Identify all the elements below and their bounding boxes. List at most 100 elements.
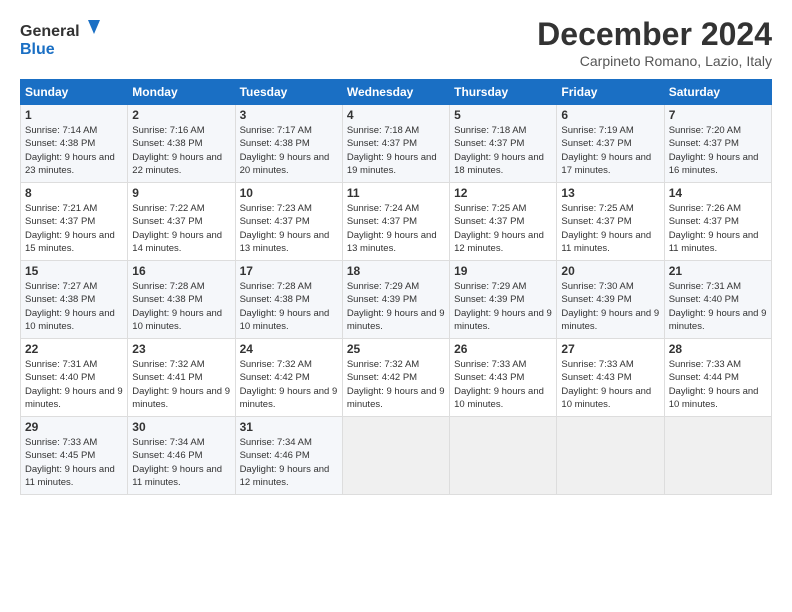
calendar-week-row: 15 Sunrise: 7:27 AMSunset: 4:38 PMDaylig… [21, 261, 772, 339]
day-number: 19 [454, 264, 552, 278]
day-number: 3 [240, 108, 338, 122]
calendar-day-cell: 29 Sunrise: 7:33 AMSunset: 4:45 PMDaylig… [21, 417, 128, 495]
day-number: 23 [132, 342, 230, 356]
calendar-day-cell: 2 Sunrise: 7:16 AMSunset: 4:38 PMDayligh… [128, 105, 235, 183]
calendar-day-cell: 25 Sunrise: 7:32 AMSunset: 4:42 PMDaylig… [342, 339, 449, 417]
calendar-day-cell: 20 Sunrise: 7:30 AMSunset: 4:39 PMDaylig… [557, 261, 664, 339]
day-number: 9 [132, 186, 230, 200]
day-info: Sunrise: 7:28 AMSunset: 4:38 PMDaylight:… [132, 280, 230, 333]
calendar-day-cell: 30 Sunrise: 7:34 AMSunset: 4:46 PMDaylig… [128, 417, 235, 495]
calendar-day-cell: 5 Sunrise: 7:18 AMSunset: 4:37 PMDayligh… [450, 105, 557, 183]
calendar-week-row: 29 Sunrise: 7:33 AMSunset: 4:45 PMDaylig… [21, 417, 772, 495]
calendar-day-cell: 10 Sunrise: 7:23 AMSunset: 4:37 PMDaylig… [235, 183, 342, 261]
calendar-day-cell: 26 Sunrise: 7:33 AMSunset: 4:43 PMDaylig… [450, 339, 557, 417]
day-info: Sunrise: 7:33 AMSunset: 4:44 PMDaylight:… [669, 358, 767, 411]
day-number: 22 [25, 342, 123, 356]
day-header-friday: Friday [557, 80, 664, 105]
calendar-day-cell: 16 Sunrise: 7:28 AMSunset: 4:38 PMDaylig… [128, 261, 235, 339]
day-number: 5 [454, 108, 552, 122]
day-info: Sunrise: 7:33 AMSunset: 4:43 PMDaylight:… [454, 358, 552, 411]
day-info: Sunrise: 7:18 AMSunset: 4:37 PMDaylight:… [454, 124, 552, 177]
calendar-day-cell: 24 Sunrise: 7:32 AMSunset: 4:42 PMDaylig… [235, 339, 342, 417]
day-info: Sunrise: 7:27 AMSunset: 4:38 PMDaylight:… [25, 280, 123, 333]
day-info: Sunrise: 7:32 AMSunset: 4:42 PMDaylight:… [347, 358, 445, 411]
day-header-saturday: Saturday [664, 80, 771, 105]
calendar-week-row: 8 Sunrise: 7:21 AMSunset: 4:37 PMDayligh… [21, 183, 772, 261]
day-number: 20 [561, 264, 659, 278]
calendar-day-cell: 12 Sunrise: 7:25 AMSunset: 4:37 PMDaylig… [450, 183, 557, 261]
day-number: 14 [669, 186, 767, 200]
calendar-day-cell: 22 Sunrise: 7:31 AMSunset: 4:40 PMDaylig… [21, 339, 128, 417]
day-info: Sunrise: 7:26 AMSunset: 4:37 PMDaylight:… [669, 202, 767, 255]
day-number: 8 [25, 186, 123, 200]
logo: General Blue [20, 16, 100, 61]
day-header-monday: Monday [128, 80, 235, 105]
day-header-tuesday: Tuesday [235, 80, 342, 105]
day-info: Sunrise: 7:17 AMSunset: 4:38 PMDaylight:… [240, 124, 338, 177]
day-info: Sunrise: 7:28 AMSunset: 4:38 PMDaylight:… [240, 280, 338, 333]
calendar-day-cell: 27 Sunrise: 7:33 AMSunset: 4:43 PMDaylig… [557, 339, 664, 417]
calendar-day-cell: 7 Sunrise: 7:20 AMSunset: 4:37 PMDayligh… [664, 105, 771, 183]
calendar-day-cell: 1 Sunrise: 7:14 AMSunset: 4:38 PMDayligh… [21, 105, 128, 183]
day-number: 1 [25, 108, 123, 122]
calendar-day-cell: 8 Sunrise: 7:21 AMSunset: 4:37 PMDayligh… [21, 183, 128, 261]
calendar-day-cell: 14 Sunrise: 7:26 AMSunset: 4:37 PMDaylig… [664, 183, 771, 261]
day-info: Sunrise: 7:22 AMSunset: 4:37 PMDaylight:… [132, 202, 230, 255]
day-info: Sunrise: 7:19 AMSunset: 4:37 PMDaylight:… [561, 124, 659, 177]
svg-text:General: General [20, 23, 80, 40]
day-header-thursday: Thursday [450, 80, 557, 105]
day-number: 21 [669, 264, 767, 278]
day-number: 4 [347, 108, 445, 122]
day-number: 10 [240, 186, 338, 200]
calendar-day-cell: 23 Sunrise: 7:32 AMSunset: 4:41 PMDaylig… [128, 339, 235, 417]
day-number: 15 [25, 264, 123, 278]
day-info: Sunrise: 7:21 AMSunset: 4:37 PMDaylight:… [25, 202, 123, 255]
day-info: Sunrise: 7:34 AMSunset: 4:46 PMDaylight:… [240, 436, 338, 489]
day-number: 27 [561, 342, 659, 356]
calendar-day-cell: 18 Sunrise: 7:29 AMSunset: 4:39 PMDaylig… [342, 261, 449, 339]
calendar-day-cell: 15 Sunrise: 7:27 AMSunset: 4:38 PMDaylig… [21, 261, 128, 339]
calendar-day-cell: 13 Sunrise: 7:25 AMSunset: 4:37 PMDaylig… [557, 183, 664, 261]
day-number: 13 [561, 186, 659, 200]
calendar-day-cell: 6 Sunrise: 7:19 AMSunset: 4:37 PMDayligh… [557, 105, 664, 183]
day-number: 2 [132, 108, 230, 122]
day-info: Sunrise: 7:24 AMSunset: 4:37 PMDaylight:… [347, 202, 445, 255]
calendar-day-cell [557, 417, 664, 495]
day-number: 12 [454, 186, 552, 200]
calendar-day-cell: 11 Sunrise: 7:24 AMSunset: 4:37 PMDaylig… [342, 183, 449, 261]
day-info: Sunrise: 7:31 AMSunset: 4:40 PMDaylight:… [669, 280, 767, 333]
day-number: 6 [561, 108, 659, 122]
day-number: 18 [347, 264, 445, 278]
day-info: Sunrise: 7:20 AMSunset: 4:37 PMDaylight:… [669, 124, 767, 177]
month-title: December 2024 [537, 16, 772, 53]
day-header-wednesday: Wednesday [342, 80, 449, 105]
svg-text:Blue: Blue [20, 41, 55, 58]
calendar-week-row: 1 Sunrise: 7:14 AMSunset: 4:38 PMDayligh… [21, 105, 772, 183]
day-info: Sunrise: 7:32 AMSunset: 4:41 PMDaylight:… [132, 358, 230, 411]
day-info: Sunrise: 7:25 AMSunset: 4:37 PMDaylight:… [561, 202, 659, 255]
day-info: Sunrise: 7:25 AMSunset: 4:37 PMDaylight:… [454, 202, 552, 255]
day-info: Sunrise: 7:18 AMSunset: 4:37 PMDaylight:… [347, 124, 445, 177]
calendar-day-cell [664, 417, 771, 495]
calendar-day-cell: 17 Sunrise: 7:28 AMSunset: 4:38 PMDaylig… [235, 261, 342, 339]
calendar-day-cell: 28 Sunrise: 7:33 AMSunset: 4:44 PMDaylig… [664, 339, 771, 417]
day-number: 26 [454, 342, 552, 356]
calendar-week-row: 22 Sunrise: 7:31 AMSunset: 4:40 PMDaylig… [21, 339, 772, 417]
calendar-day-cell: 19 Sunrise: 7:29 AMSunset: 4:39 PMDaylig… [450, 261, 557, 339]
day-number: 30 [132, 420, 230, 434]
day-info: Sunrise: 7:16 AMSunset: 4:38 PMDaylight:… [132, 124, 230, 177]
day-number: 17 [240, 264, 338, 278]
day-info: Sunrise: 7:29 AMSunset: 4:39 PMDaylight:… [454, 280, 552, 333]
calendar-day-cell: 3 Sunrise: 7:17 AMSunset: 4:38 PMDayligh… [235, 105, 342, 183]
day-info: Sunrise: 7:30 AMSunset: 4:39 PMDaylight:… [561, 280, 659, 333]
calendar-header: SundayMondayTuesdayWednesdayThursdayFrid… [21, 80, 772, 105]
day-number: 29 [25, 420, 123, 434]
day-number: 25 [347, 342, 445, 356]
day-info: Sunrise: 7:34 AMSunset: 4:46 PMDaylight:… [132, 436, 230, 489]
day-number: 31 [240, 420, 338, 434]
calendar-day-cell: 21 Sunrise: 7:31 AMSunset: 4:40 PMDaylig… [664, 261, 771, 339]
day-info: Sunrise: 7:14 AMSunset: 4:38 PMDaylight:… [25, 124, 123, 177]
calendar-day-cell: 9 Sunrise: 7:22 AMSunset: 4:37 PMDayligh… [128, 183, 235, 261]
day-info: Sunrise: 7:33 AMSunset: 4:45 PMDaylight:… [25, 436, 123, 489]
calendar-day-cell [450, 417, 557, 495]
